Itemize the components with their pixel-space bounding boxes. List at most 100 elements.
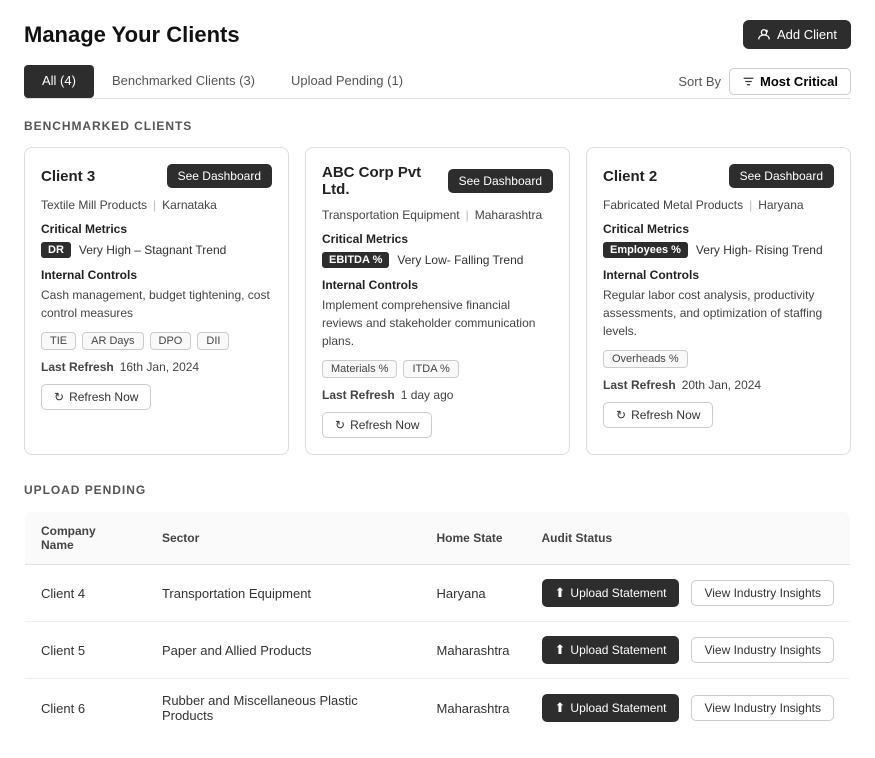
add-client-icon — [757, 28, 771, 42]
sort-label: Sort By — [678, 74, 721, 89]
client-name: Client 2 — [603, 168, 657, 185]
state-cell: Maharashtra — [421, 622, 526, 679]
client-state: Maharashtra — [475, 208, 542, 222]
last-refresh-label: Last Refresh — [322, 388, 395, 402]
audit-actions: ⬆ Upload Statement View Industry Insight… — [542, 694, 835, 722]
tags-row: TIEAR DaysDPODII — [41, 332, 272, 350]
last-refresh-label: Last Refresh — [41, 360, 114, 374]
refresh-now-button[interactable]: ↻ Refresh Now — [603, 402, 713, 428]
audit-actions: ⬆ Upload Statement View Industry Insight… — [542, 579, 835, 607]
tab-upload-pending[interactable]: Upload Pending (1) — [273, 65, 421, 98]
metric-badge-row: DR Very High – Stagnant Trend — [41, 242, 272, 258]
last-refresh-value: 16th Jan, 2024 — [120, 360, 199, 374]
client-industry: Textile Mill Products — [41, 198, 147, 212]
refresh-now-button[interactable]: ↻ Refresh Now — [41, 384, 151, 410]
page-header: Manage Your Clients Add Client — [24, 20, 851, 49]
client-meta: Transportation Equipment | Maharashtra — [322, 208, 553, 222]
internal-controls-text: Implement comprehensive financial review… — [322, 296, 553, 350]
meta-separator: | — [749, 198, 752, 212]
sort-button[interactable]: Most Critical — [729, 68, 851, 95]
tab-all[interactable]: All (4) — [24, 65, 94, 98]
insights-label: View Industry Insights — [704, 701, 821, 715]
meta-separator: | — [466, 208, 469, 222]
client-industry: Fabricated Metal Products — [603, 198, 743, 212]
company-name-cell: Client 4 — [25, 565, 146, 622]
upload-icon: ⬆ — [555, 642, 566, 658]
sector-cell: Rubber and Miscellaneous Plastic Product… — [146, 679, 421, 738]
metric-badge-row: Employees % Very High- Rising Trend — [603, 242, 834, 258]
refresh-btn-label: Refresh Now — [350, 418, 419, 432]
refresh-btn-label: Refresh Now — [631, 408, 700, 422]
upload-statement-button[interactable]: ⬆ Upload Statement — [542, 694, 680, 722]
internal-controls-text: Cash management, budget tightening, cost… — [41, 286, 272, 322]
audit-status-cell: ⬆ Upload Statement View Industry Insight… — [526, 622, 851, 679]
last-refresh-label: Last Refresh — [603, 378, 676, 392]
critical-metrics-label: Critical Metrics — [41, 222, 272, 236]
client-state: Karnataka — [162, 198, 217, 212]
upload-icon: ⬆ — [555, 700, 566, 716]
sector-cell: Transportation Equipment — [146, 565, 421, 622]
see-dashboard-button[interactable]: See Dashboard — [448, 169, 553, 193]
company-name-cell: Client 6 — [25, 679, 146, 738]
upload-statement-button[interactable]: ⬆ Upload Statement — [542, 579, 680, 607]
state-cell: Maharashtra — [421, 679, 526, 738]
last-refresh-value: 20th Jan, 2024 — [682, 378, 761, 392]
clients-grid: Client 3 See Dashboard Textile Mill Prod… — [24, 147, 851, 455]
metric-badge: Employees % — [603, 242, 688, 258]
refresh-now-button[interactable]: ↻ Refresh Now — [322, 412, 432, 438]
upload-pending-section: UPLOAD PENDING Company NameSectorHome St… — [24, 483, 851, 738]
company-name-cell: Client 5 — [25, 622, 146, 679]
upload-pending-title: UPLOAD PENDING — [24, 483, 851, 497]
tag: DPO — [150, 332, 192, 350]
table-row: Client 6 Rubber and Miscellaneous Plasti… — [25, 679, 851, 738]
refresh-btn-label: Refresh Now — [69, 390, 138, 404]
last-refresh-row: Last Refresh 1 day ago — [322, 388, 553, 402]
refresh-icon: ↻ — [54, 390, 64, 404]
internal-controls-text: Regular labor cost analysis, productivit… — [603, 286, 834, 340]
client-card: Client 3 See Dashboard Textile Mill Prod… — [24, 147, 289, 455]
benchmarked-section-title: BENCHMARKED CLIENTS — [24, 119, 851, 133]
upload-pending-table: Company NameSectorHome StateAudit Status… — [24, 511, 851, 738]
metric-badge-row: EBITDA % Very Low- Falling Trend — [322, 252, 553, 268]
tags-row: Overheads % — [603, 350, 834, 368]
metric-trend: Very High- Rising Trend — [696, 243, 823, 257]
see-dashboard-button[interactable]: See Dashboard — [167, 164, 272, 188]
tag: TIE — [41, 332, 76, 350]
tab-benchmarked[interactable]: Benchmarked Clients (3) — [94, 65, 273, 98]
upload-label: Upload Statement — [570, 586, 666, 600]
metric-trend: Very High – Stagnant Trend — [79, 243, 226, 257]
table-column-header: Home State — [421, 512, 526, 565]
see-dashboard-button[interactable]: See Dashboard — [729, 164, 834, 188]
view-industry-insights-button[interactable]: View Industry Insights — [691, 695, 834, 721]
add-client-button[interactable]: Add Client — [743, 20, 851, 49]
internal-controls-label: Internal Controls — [322, 278, 553, 292]
table-column-header: Audit Status — [526, 512, 851, 565]
tag: DII — [197, 332, 229, 350]
table-column-header: Sector — [146, 512, 421, 565]
table-column-header: Company Name — [25, 512, 146, 565]
client-state: Haryana — [758, 198, 803, 212]
client-industry: Transportation Equipment — [322, 208, 460, 222]
view-industry-insights-button[interactable]: View Industry Insights — [691, 637, 834, 663]
sort-bar: Sort By Most Critical — [678, 68, 851, 95]
table-row: Client 5 Paper and Allied Products Mahar… — [25, 622, 851, 679]
client-name: ABC Corp Pvt Ltd. — [322, 164, 448, 198]
meta-separator: | — [153, 198, 156, 212]
audit-status-cell: ⬆ Upload Statement View Industry Insight… — [526, 565, 851, 622]
view-industry-insights-button[interactable]: View Industry Insights — [691, 580, 834, 606]
audit-actions: ⬆ Upload Statement View Industry Insight… — [542, 636, 835, 664]
upload-label: Upload Statement — [570, 701, 666, 715]
page-title: Manage Your Clients — [24, 22, 240, 48]
upload-icon: ⬆ — [555, 585, 566, 601]
internal-controls-label: Internal Controls — [41, 268, 272, 282]
metric-badge: DR — [41, 242, 71, 258]
table-row: Client 4 Transportation Equipment Haryan… — [25, 565, 851, 622]
upload-label: Upload Statement — [570, 643, 666, 657]
client-meta: Textile Mill Products | Karnataka — [41, 198, 272, 212]
client-card-header: Client 2 See Dashboard — [603, 164, 834, 188]
last-refresh-value: 1 day ago — [401, 388, 454, 402]
tag: Overheads % — [603, 350, 688, 368]
upload-statement-button[interactable]: ⬆ Upload Statement — [542, 636, 680, 664]
tag: ITDA % — [403, 360, 458, 378]
tab-bar: All (4) Benchmarked Clients (3) Upload P… — [24, 65, 851, 99]
